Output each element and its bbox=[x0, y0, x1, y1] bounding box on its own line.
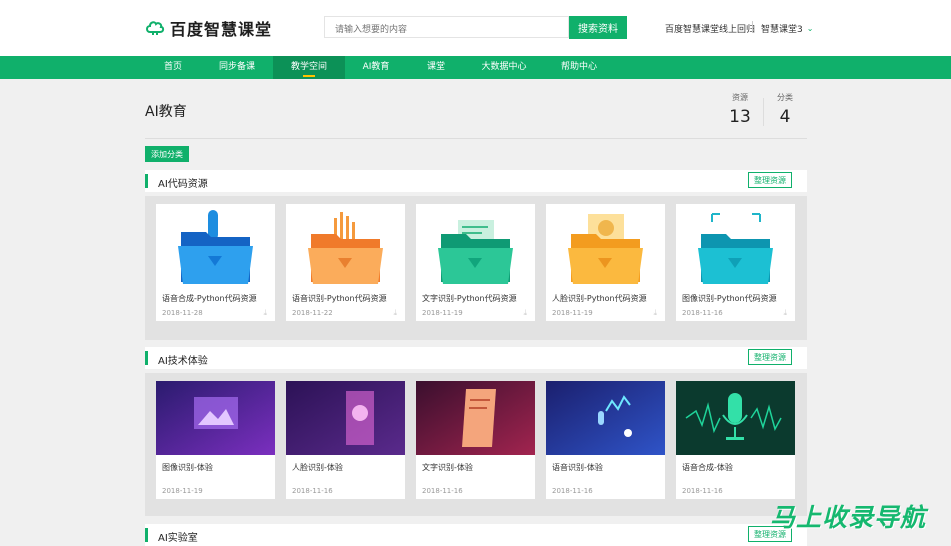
stat-divider bbox=[763, 98, 764, 126]
section-title: AI实验室 bbox=[158, 533, 198, 544]
resource-grid: 语音合成-Python代码资源 2018-11-28 ⤓ 语音识别-Python… bbox=[145, 196, 807, 340]
manage-resources-button[interactable]: 整理资源 bbox=[748, 349, 792, 365]
resource-card[interactable]: 语音合成-Python代码资源 2018-11-28 ⤓ bbox=[156, 204, 275, 321]
experience-name: 文字识别-体验 bbox=[422, 463, 473, 472]
divider bbox=[145, 138, 807, 139]
experience-card[interactable]: 语音合成-体验 2018-11-16 bbox=[676, 381, 795, 499]
download-icon[interactable]: ⤓ bbox=[263, 308, 267, 318]
resources-label: 资源 bbox=[732, 93, 748, 102]
section-title: AI代码资源 bbox=[158, 179, 208, 190]
main-nav: 首页 同步备课 教学空间 AI教育 课堂 大数据中心 帮助中心 bbox=[0, 56, 951, 79]
watermark-logo: 马上收录导航 bbox=[770, 503, 927, 532]
categories-count: 4 bbox=[779, 107, 791, 127]
resource-card[interactable]: 图像识别-Python代码资源 2018-11-16 ⤓ bbox=[676, 204, 795, 321]
user-menu[interactable]: 智慧课堂3 ⌄ bbox=[761, 22, 813, 35]
resource-name: 图像识别-Python代码资源 bbox=[682, 294, 777, 303]
speech-synthesis-illustration bbox=[676, 381, 795, 455]
resource-card[interactable]: 文字识别-Python代码资源 2018-11-19 ⤓ bbox=[416, 204, 535, 321]
experience-date: 2018-11-16 bbox=[292, 487, 333, 495]
categories-label: 分类 bbox=[777, 93, 793, 102]
add-category-button[interactable]: 添加分类 bbox=[145, 146, 189, 162]
resource-name: 人脸识别-Python代码资源 bbox=[552, 294, 647, 303]
logo[interactable]: 百度智慧课堂 bbox=[145, 17, 272, 39]
section-title: AI技术体验 bbox=[158, 356, 208, 367]
section-accent-bar bbox=[145, 351, 148, 365]
text-recognition-illustration bbox=[416, 381, 535, 455]
experience-card[interactable]: 文字识别-体验 2018-11-16 bbox=[416, 381, 535, 499]
back-link[interactable]: 百度智慧课堂线上回归 bbox=[665, 22, 755, 35]
nav-item-classroom[interactable]: 课堂 bbox=[407, 56, 465, 79]
section-header-lab: AI实验室 整理资源 bbox=[145, 524, 807, 546]
download-icon[interactable]: ⤓ bbox=[653, 308, 657, 318]
yellow-folder-icon bbox=[568, 214, 643, 284]
resource-date: 2018-11-19 bbox=[552, 309, 593, 317]
experience-date: 2018-11-16 bbox=[682, 487, 723, 495]
page-title: AI教育 bbox=[145, 104, 187, 120]
download-icon[interactable]: ⤓ bbox=[393, 308, 397, 318]
search-input[interactable] bbox=[325, 20, 568, 40]
resources-stat: 资源 13 bbox=[725, 92, 755, 127]
experience-name: 语音识别-体验 bbox=[552, 463, 603, 472]
experience-grid: 图像识别-体验 2018-11-19 人脸识别-体验 2018-11-16 文字… bbox=[145, 373, 807, 516]
resource-date: 2018-11-22 bbox=[292, 309, 333, 317]
chevron-down-icon: ⌄ bbox=[806, 24, 814, 33]
resource-date: 2018-11-19 bbox=[422, 309, 463, 317]
manage-resources-button[interactable]: 整理资源 bbox=[748, 172, 792, 188]
active-indicator bbox=[303, 75, 315, 77]
experience-card[interactable]: 人脸识别-体验 2018-11-16 bbox=[286, 381, 405, 499]
green-folder-icon bbox=[438, 220, 513, 284]
cloud-logo-icon bbox=[146, 21, 165, 35]
resource-card[interactable]: 语音识别-Python代码资源 2018-11-22 ⤓ bbox=[286, 204, 405, 321]
download-icon[interactable]: ⤓ bbox=[783, 308, 787, 318]
nav-item-help[interactable]: 帮助中心 bbox=[543, 56, 615, 79]
experience-date: 2018-11-16 bbox=[422, 487, 463, 495]
categories-stat: 分类 4 bbox=[770, 92, 800, 127]
nav-item-label: 教学空间 bbox=[290, 62, 327, 72]
resource-name: 文字识别-Python代码资源 bbox=[422, 294, 517, 303]
nav-item-home[interactable]: 首页 bbox=[145, 56, 201, 79]
section-accent-bar bbox=[145, 174, 148, 188]
resources-count: 13 bbox=[729, 107, 751, 127]
section-accent-bar bbox=[145, 528, 148, 542]
orange-folder-icon bbox=[308, 212, 383, 284]
section-header-code: AI代码资源 整理资源 bbox=[145, 170, 807, 192]
blue-folder-icon bbox=[178, 210, 253, 284]
nav-item-data-center[interactable]: 大数据中心 bbox=[465, 56, 543, 79]
experience-card[interactable]: 语音识别-体验 2018-11-16 bbox=[546, 381, 665, 499]
search-box bbox=[324, 16, 569, 40]
nav-item-teaching-space[interactable]: 教学空间 bbox=[273, 56, 345, 79]
search-button[interactable]: 搜索资料 bbox=[569, 16, 627, 39]
nav-item-prep[interactable]: 同步备课 bbox=[201, 56, 273, 79]
experience-date: 2018-11-16 bbox=[552, 487, 593, 495]
resource-date: 2018-11-16 bbox=[682, 309, 723, 317]
logo-text: 百度智慧课堂 bbox=[170, 20, 273, 39]
face-recognition-illustration bbox=[286, 381, 405, 455]
cyan-folder-icon bbox=[698, 213, 773, 284]
divider bbox=[752, 21, 753, 33]
user-name: 智慧课堂3 bbox=[761, 25, 803, 35]
resource-name: 语音识别-Python代码资源 bbox=[292, 294, 387, 303]
image-recognition-illustration bbox=[156, 381, 275, 455]
section-header-experience: AI技术体验 整理资源 bbox=[145, 347, 807, 369]
experience-name: 语音合成-体验 bbox=[682, 463, 733, 472]
nav-item-ai-education[interactable]: AI教育 bbox=[345, 56, 407, 79]
experience-date: 2018-11-19 bbox=[162, 487, 203, 495]
experience-name: 人脸识别-体验 bbox=[292, 463, 343, 472]
speech-recognition-illustration bbox=[546, 381, 665, 455]
top-header: 百度智慧课堂 搜索资料 百度智慧课堂线上回归 智慧课堂3 ⌄ bbox=[0, 0, 951, 56]
resource-card[interactable]: 人脸识别-Python代码资源 2018-11-19 ⤓ bbox=[546, 204, 665, 321]
resource-date: 2018-11-28 bbox=[162, 309, 203, 317]
resource-name: 语音合成-Python代码资源 bbox=[162, 294, 257, 303]
experience-name: 图像识别-体验 bbox=[162, 463, 213, 472]
experience-card[interactable]: 图像识别-体验 2018-11-19 bbox=[156, 381, 275, 499]
download-icon[interactable]: ⤓ bbox=[523, 308, 527, 318]
